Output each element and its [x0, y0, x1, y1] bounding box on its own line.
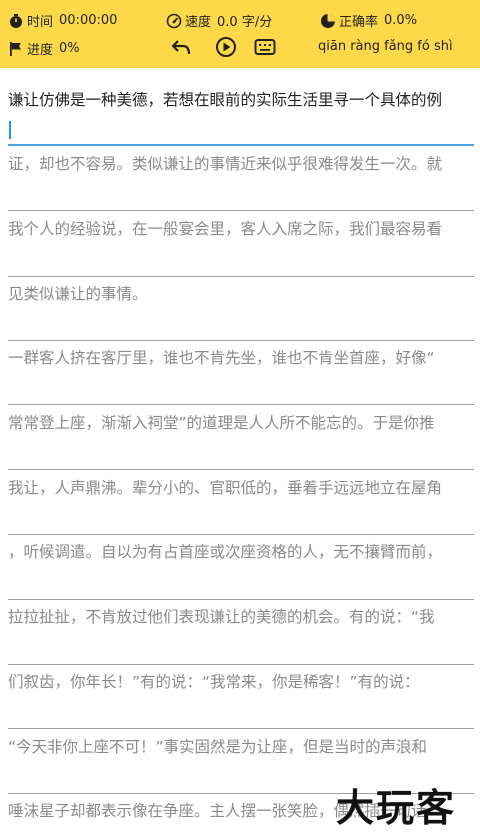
accuracy-stat: 正确率 0.0% [320, 11, 417, 30]
hint-line: 们叙齿，你年长！”有的说：“我常来，你是稀客！”有的说： [8, 673, 420, 691]
hint-line: 我个人的经验说，在一般宴会里，客人入席之际，我们最容易看 [8, 220, 443, 238]
input-underline[interactable] [8, 599, 474, 600]
flag-icon [8, 41, 24, 57]
pie-chart-icon [320, 13, 336, 29]
active-input-underline[interactable] [8, 144, 474, 146]
accuracy-value: 0.0% [384, 13, 418, 28]
input-underline[interactable] [8, 276, 474, 277]
stopwatch-icon [8, 13, 24, 29]
watermark-logo: 大玩客 [336, 785, 457, 830]
speed-value: 0.0 字/分 [217, 15, 273, 30]
progress-value: 0% [59, 41, 80, 56]
source-line: 谦让仿佛是一种美德，若想在眼前的实际生活里寻一个具体的例 [8, 91, 443, 109]
speed-stat: 速度 0.0 字/分 [166, 11, 272, 30]
input-underline[interactable] [8, 534, 474, 535]
time-stat: 时间 00:00:00 [8, 11, 117, 30]
text-caret [9, 121, 11, 139]
keyboard-button[interactable] [251, 33, 279, 61]
input-underline[interactable] [8, 664, 474, 665]
progress-stat: 进度 0% [8, 39, 80, 58]
time-value: 00:00:00 [59, 13, 118, 28]
undo-icon [171, 40, 191, 55]
hint-line: ，听候调遣。自以为有占首座或次座资格的人，无不攘臂而前， [8, 543, 443, 561]
hint-line: 常常登上座，渐渐入祠堂”的道理是人人所不能忘的。于是你推 [8, 414, 435, 432]
input-underline[interactable] [8, 404, 474, 405]
input-underline[interactable] [8, 469, 474, 470]
keyboard-icon [254, 39, 276, 55]
hint-line: 一群客人挤在客厅里，谁也不肯先坐，谁也不肯坐首座，好像“ [8, 349, 435, 367]
pinyin-hint: qiān ràng fǎng fó shì [318, 39, 453, 54]
hint-line: “今天非你上座不可！”事实固然是为让座，但是当时的声浪和 [8, 738, 428, 756]
undo-button[interactable] [167, 33, 195, 61]
speedometer-icon [166, 13, 182, 29]
hint-line: 证，却也不容易。类似谦让的事情近来似乎很难得发生一次。就 [8, 155, 443, 173]
input-underline[interactable] [8, 210, 474, 211]
progress-label: 进度 [27, 43, 54, 58]
play-button[interactable] [212, 33, 240, 61]
input-underline[interactable] [8, 728, 474, 729]
hint-line: 我让，人声鼎沸。辈分小的、官职低的，垂着手远远地立在屋角 [8, 479, 443, 497]
hint-line: 拉拉扯扯，不肯放过他们表现谦让的美德的机会。有的说：“我 [8, 608, 435, 626]
speed-label: 速度 [185, 15, 212, 30]
play-circle-icon [216, 37, 236, 57]
accuracy-label: 正确率 [339, 15, 379, 30]
stats-toolbar: 时间 00:00:00 速度 0.0 字/分 正确率 0.0% 进度 0% qi… [0, 0, 480, 68]
input-underline[interactable] [8, 340, 474, 341]
time-label: 时间 [27, 15, 54, 30]
hint-line: 见类似谦让的事情。 [8, 285, 148, 303]
